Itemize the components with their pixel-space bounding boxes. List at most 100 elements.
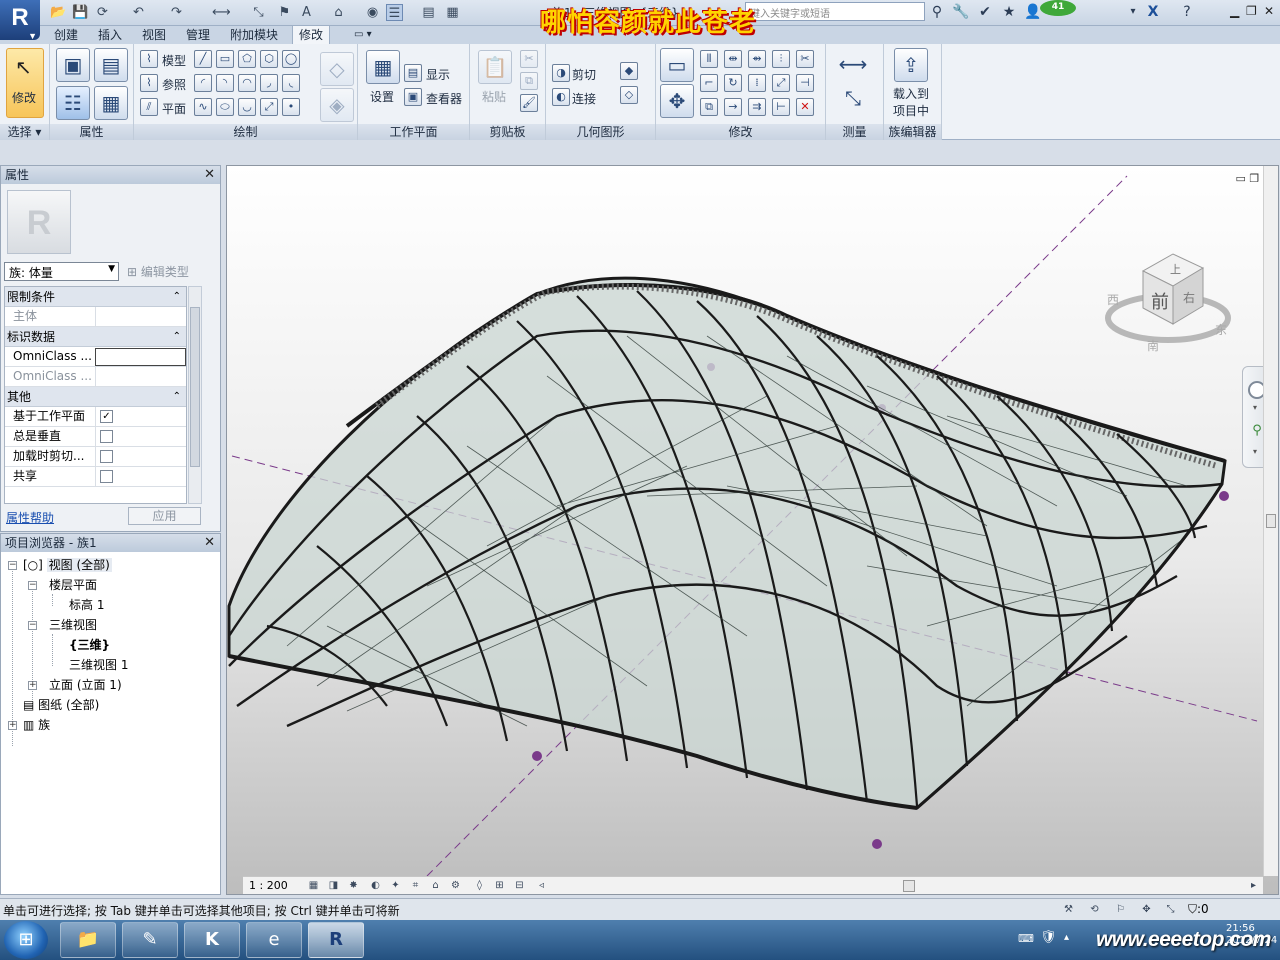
collapse-icon[interactable]: ⌃ — [173, 387, 181, 407]
tab-modify[interactable]: 修改 — [292, 25, 331, 45]
family-types-icon[interactable]: ▦ — [94, 86, 128, 120]
copy-element-icon[interactable]: ⧉ — [700, 98, 718, 116]
collapse-icon[interactable]: ⌃ — [173, 327, 181, 347]
close-icon[interactable]: ✕ — [204, 166, 215, 184]
offset-icon[interactable]: ⫴ — [700, 50, 718, 68]
close-hidden-icon[interactable]: ▤ — [420, 4, 437, 21]
line-icon[interactable]: ╱ — [194, 50, 212, 68]
circle-icon[interactable]: ◯ — [282, 50, 300, 68]
communication-icon[interactable]: ✔ — [976, 3, 994, 21]
split-gap-icon[interactable]: ✂ — [796, 50, 814, 68]
taskbar-explorer[interactable]: 📁 — [60, 922, 116, 958]
modify-button[interactable]: ↖ 修改 — [6, 48, 44, 118]
tree-node-sheets[interactable]: ▤ 图纸 (全部) — [23, 697, 99, 713]
keyboard-icon[interactable]: ⌨ — [1018, 932, 1034, 945]
apply-button[interactable]: 应用 — [128, 507, 201, 525]
measure-icon[interactable]: ⟷ — [212, 4, 231, 21]
reference-point[interactable] — [1219, 491, 1229, 501]
type-properties-icon[interactable]: ▣ — [56, 48, 90, 82]
collapse-icon[interactable]: ⌃ — [173, 287, 181, 307]
tree-node-3d-view-1[interactable]: 三维视图 1 — [69, 657, 128, 673]
paste-icon[interactable]: 📋 — [478, 50, 512, 84]
tag-icon[interactable]: ⚑ — [276, 4, 293, 21]
copy-icon[interactable]: ⧉ — [520, 72, 538, 90]
draw-on-workplane-icon[interactable]: ◈ — [320, 88, 354, 122]
extend-multiple-icon[interactable]: ⇉ — [748, 98, 766, 116]
work-plane-based-checkbox[interactable]: ✓ — [100, 410, 113, 423]
collapse-toggle[interactable]: − — [8, 561, 17, 570]
detail-level-icon[interactable]: ▦ — [307, 879, 320, 892]
arc-icon[interactable]: ◜ — [194, 74, 212, 92]
unpin-icon[interactable]: ⊢ — [772, 98, 790, 116]
shared-checkbox[interactable] — [100, 470, 113, 483]
property-scrollbar[interactable] — [188, 286, 202, 504]
reference-point[interactable] — [872, 839, 882, 849]
join-geometry-icon[interactable]: ◐ — [552, 88, 570, 106]
redo-icon[interactable]: ↷ — [168, 4, 185, 21]
favorites-icon[interactable]: ★ — [1000, 3, 1018, 21]
application-menu-button[interactable]: R ▼ — [0, 0, 40, 41]
selection-filter[interactable]: ⛉:0 — [1188, 902, 1209, 917]
model-line-icon[interactable]: ⌇ — [140, 50, 158, 68]
tree-node-views[interactable]: [○] 视图 (全部) — [23, 557, 112, 573]
clock[interactable]: 21:56 2012/7/24 — [1226, 923, 1277, 947]
dimension-icon[interactable]: ⤡ — [250, 4, 267, 21]
tangent-arc-icon[interactable]: ◞ — [260, 74, 278, 92]
scroll-right-icon[interactable]: ▸ — [1247, 879, 1260, 892]
visual-style-icon[interactable]: ◨ — [327, 879, 340, 892]
tree-node-floor-plans[interactable]: 楼层平面 — [49, 577, 97, 593]
shield-icon[interactable]: 🛡 — [1040, 930, 1057, 945]
pin-icon[interactable]: ⊣ — [796, 74, 814, 92]
close-icon[interactable]: ✕ — [204, 534, 215, 552]
taskbar-k-app[interactable]: K — [184, 922, 240, 958]
category-identity-data[interactable]: 标识数据 ⌃ — [5, 327, 186, 347]
help-icon[interactable]: ? — [1178, 3, 1196, 21]
omniclass-number-input[interactable] — [95, 348, 186, 366]
analysis-icon[interactable]: ⊟ — [513, 879, 526, 892]
start-end-arc-icon[interactable]: ◝ — [216, 74, 234, 92]
tab-addins[interactable]: 附加模块 — [224, 26, 284, 44]
view-scale[interactable]: 1 : 200 — [249, 879, 288, 892]
horizontal-scroll-thumb[interactable] — [903, 880, 915, 892]
partial-ellipse-icon[interactable]: ◡ — [238, 98, 256, 116]
tree-node-families[interactable]: ▥ 族 — [23, 717, 50, 733]
collapse-toggle[interactable]: − — [28, 581, 37, 590]
tree-node-elevations[interactable]: 立面 (立面 1) — [49, 677, 122, 693]
binoculars-icon[interactable]: ⚲ — [928, 3, 946, 21]
split-icon[interactable]: ⫶ — [772, 50, 790, 68]
type-selector[interactable]: 族: 体量 ▼ — [4, 262, 119, 281]
minimize-icon[interactable]: ▁ — [1230, 4, 1239, 18]
match-properties-icon[interactable]: 🖌 — [520, 94, 538, 112]
cut-icon[interactable]: ✂ — [520, 50, 538, 68]
taskbar-browser[interactable]: e — [246, 922, 302, 958]
render-icon[interactable]: ✦ — [389, 879, 402, 892]
close-icon[interactable]: ✕ — [1264, 4, 1274, 18]
undo-icon[interactable]: ↶ — [130, 4, 147, 21]
3d-view-icon[interactable]: ⌂ — [330, 4, 347, 21]
aligned-dimension-icon[interactable]: ⤡ — [836, 82, 870, 116]
reveal-hidden-icon[interactable]: ⊞ — [493, 879, 506, 892]
select-pinned-icon[interactable]: ⚐ — [1114, 903, 1127, 916]
thin-lines-icon[interactable]: ☰ — [386, 4, 403, 21]
tree-node-level-1[interactable]: 标高 1 — [69, 597, 104, 613]
viewcube[interactable]: 上 前 右 西 南 东 — [1103, 246, 1233, 356]
tab-insert[interactable]: 插入 — [92, 26, 128, 44]
show-crop-icon[interactable]: ⌂ — [429, 879, 442, 892]
select-by-face-icon[interactable]: ✥ — [1140, 903, 1153, 916]
scroll-thumb[interactable] — [1266, 514, 1276, 528]
mirror-draw-icon[interactable]: ⇴ — [748, 50, 766, 68]
fillet-arc-icon[interactable]: ◟ — [282, 74, 300, 92]
trim-icon[interactable]: ⌐ — [700, 74, 718, 92]
inscribed-polygon-icon[interactable]: ⬡ — [260, 50, 278, 68]
panel-title-select[interactable]: 选择 ▾ — [0, 124, 49, 140]
glass-shell[interactable] — [227, 276, 1227, 810]
category-constraints[interactable]: 限制条件 ⌃ — [5, 287, 186, 307]
delete-icon[interactable]: ✕ — [796, 98, 814, 116]
spline-icon[interactable]: ∿ — [194, 98, 212, 116]
sync-icon[interactable]: ⟳ — [94, 4, 111, 21]
notification-badge[interactable]: 41 — [1040, 0, 1076, 16]
move-icon[interactable]: ✥ — [660, 84, 694, 118]
chevron-down-icon[interactable]: ▾ — [1253, 447, 1257, 456]
tab-create[interactable]: 创建 — [48, 26, 84, 44]
expand-toggle[interactable]: + — [28, 681, 37, 690]
